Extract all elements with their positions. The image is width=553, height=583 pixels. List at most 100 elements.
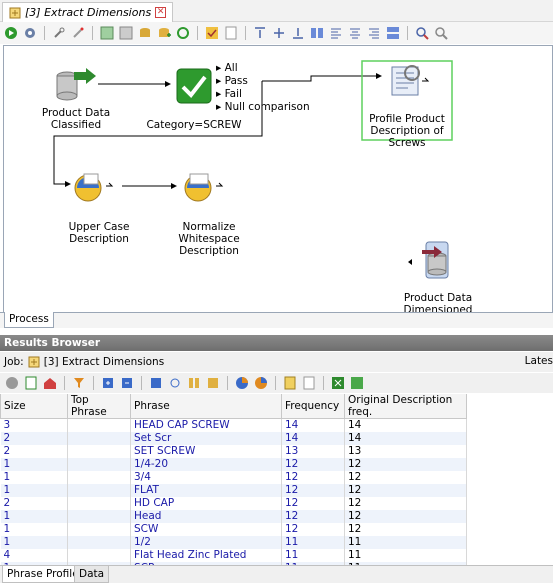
table-row[interactable]: 1 SCW 12 12	[0, 523, 467, 536]
grid-icon[interactable]	[99, 25, 115, 41]
filter-node-label: Category=SCREW	[146, 119, 242, 131]
table-row[interactable]: 1 Head 12 12	[0, 510, 467, 523]
cell-frequency[interactable]: 12	[281, 497, 345, 510]
output-null[interactable]: ▸ Null comparison	[216, 101, 310, 114]
tab-process[interactable]: Process	[4, 312, 54, 328]
cell-phrase[interactable]: Head	[130, 510, 282, 523]
table-row[interactable]: 1 FLAT 12 12	[0, 484, 467, 497]
cell-phrase[interactable]: Set Scr	[130, 432, 282, 445]
zoom-out-icon[interactable]	[433, 25, 449, 41]
chart-icon[interactable]	[234, 375, 250, 391]
process-canvas[interactable]: Product Data Classified Category=SCREW ▸…	[3, 45, 553, 316]
database-icon[interactable]	[137, 25, 153, 41]
align-right-icon[interactable]	[366, 25, 382, 41]
grid-grey-icon[interactable]	[118, 25, 134, 41]
normalize-node[interactable]	[180, 170, 226, 207]
table-row[interactable]: 2 Set Scr 14 14	[0, 432, 467, 445]
zoom-icon[interactable]	[414, 25, 430, 41]
chart-alt-icon[interactable]	[253, 375, 269, 391]
results-tab-strip: Phrase Profile Data	[0, 565, 553, 583]
wrench-icon[interactable]	[51, 25, 67, 41]
cell-frequency[interactable]: 12	[281, 458, 345, 471]
excel-icon[interactable]	[330, 375, 346, 391]
col-original-freq[interactable]: Original Description freq.	[344, 394, 467, 419]
cell-size: 2	[0, 445, 68, 458]
output-all[interactable]: ▸ All	[216, 62, 310, 75]
cell-phrase[interactable]: SCW	[130, 523, 282, 536]
profiler-node[interactable]	[388, 63, 432, 102]
magic-wand-icon[interactable]	[70, 25, 86, 41]
toolbar-separator	[44, 26, 45, 40]
align-top-icon[interactable]	[252, 25, 268, 41]
cell-phrase[interactable]: SET SCREW	[130, 445, 282, 458]
cell-frequency[interactable]: 11	[281, 549, 345, 562]
table-header-row: Size Top Phrase Phrase Frequency Origina…	[0, 394, 467, 419]
align-bottom-icon[interactable]	[290, 25, 306, 41]
columns-icon[interactable]	[186, 375, 202, 391]
cell-phrase[interactable]: 1/4-20	[130, 458, 282, 471]
editor-tab[interactable]: [3] Extract Dimensions ✕	[2, 2, 174, 22]
cell-phrase[interactable]: HEAD CAP SCREW	[130, 418, 282, 432]
col-frequency[interactable]: Frequency	[281, 394, 345, 419]
page-icon[interactable]	[223, 25, 239, 41]
upper-case-node[interactable]	[70, 170, 116, 207]
table-row[interactable]: 1 3/4 12 12	[0, 471, 467, 484]
table-row[interactable]: 1 1/4-20 12 12	[0, 458, 467, 471]
home-icon[interactable]	[42, 375, 58, 391]
refresh-icon[interactable]	[175, 25, 191, 41]
export-icon[interactable]	[23, 375, 39, 391]
page-icon[interactable]	[301, 375, 317, 391]
hide-icon[interactable]	[167, 375, 183, 391]
database-add-icon[interactable]	[156, 25, 172, 41]
stop-icon[interactable]	[4, 375, 20, 391]
run-icon[interactable]	[3, 25, 19, 41]
distribute-icon[interactable]	[309, 25, 325, 41]
upper-case-label-text: Upper Case Description	[68, 221, 130, 245]
cell-frequency[interactable]: 14	[281, 432, 345, 445]
col-phrase[interactable]: Phrase	[130, 394, 282, 419]
add-row-icon[interactable]	[100, 375, 116, 391]
table-row[interactable]: 4 Flat Head Zinc Plated 11 11	[0, 549, 467, 562]
notes-icon[interactable]	[282, 375, 298, 391]
cell-frequency[interactable]: 11	[281, 536, 345, 549]
settings-icon[interactable]	[22, 25, 38, 41]
align-center-icon[interactable]	[347, 25, 363, 41]
table-row[interactable]: 2 SET SCREW 13 13	[0, 445, 467, 458]
cell-phrase[interactable]: FLAT	[130, 484, 282, 497]
filter-icon[interactable]	[71, 375, 87, 391]
align-left-icon[interactable]	[328, 25, 344, 41]
align-middle-icon[interactable]	[271, 25, 287, 41]
latest-label: Lates	[524, 355, 553, 367]
filter-node[interactable]	[176, 68, 212, 107]
writer-node[interactable]	[408, 240, 452, 285]
job-name[interactable]: [3] Extract Dimensions	[44, 356, 164, 368]
cell-frequency[interactable]: 12	[281, 523, 345, 536]
columns-alt-icon[interactable]	[205, 375, 221, 391]
rows-icon[interactable]	[148, 375, 164, 391]
tab-phrase-profile[interactable]: Phrase Profile	[2, 566, 84, 583]
cell-phrase[interactable]: Flat Head Zinc Plated	[130, 549, 282, 562]
table-row[interactable]: 2 HD CAP 12 12	[0, 497, 467, 510]
cell-frequency[interactable]: 12	[281, 510, 345, 523]
layout-icon[interactable]	[385, 25, 401, 41]
table-row[interactable]: 3 HEAD CAP SCREW 14 14	[0, 418, 467, 432]
reader-node[interactable]	[54, 68, 100, 107]
excel-alt-icon[interactable]	[349, 375, 365, 391]
cell-phrase[interactable]: HD CAP	[130, 497, 282, 510]
cell-frequency[interactable]: 12	[281, 484, 345, 497]
col-top-phrase[interactable]: Top Phrase	[67, 394, 131, 419]
table-row[interactable]: 1 1/2 11 11	[0, 536, 467, 549]
cell-frequency[interactable]: 12	[281, 471, 345, 484]
remove-row-icon[interactable]	[119, 375, 135, 391]
cell-phrase[interactable]: 1/2	[130, 536, 282, 549]
cell-frequency[interactable]: 14	[281, 418, 345, 432]
output-pass[interactable]: ▸ Pass	[216, 75, 310, 88]
cell-frequency[interactable]: 13	[281, 445, 345, 458]
check-icon[interactable]	[204, 25, 220, 41]
close-icon[interactable]: ✕	[155, 7, 167, 18]
cell-original-freq: 11	[344, 536, 467, 549]
tab-data[interactable]: Data	[74, 566, 110, 583]
cell-phrase[interactable]: 3/4	[130, 471, 282, 484]
output-fail[interactable]: ▸ Fail	[216, 88, 310, 101]
col-size[interactable]: Size	[0, 394, 68, 419]
